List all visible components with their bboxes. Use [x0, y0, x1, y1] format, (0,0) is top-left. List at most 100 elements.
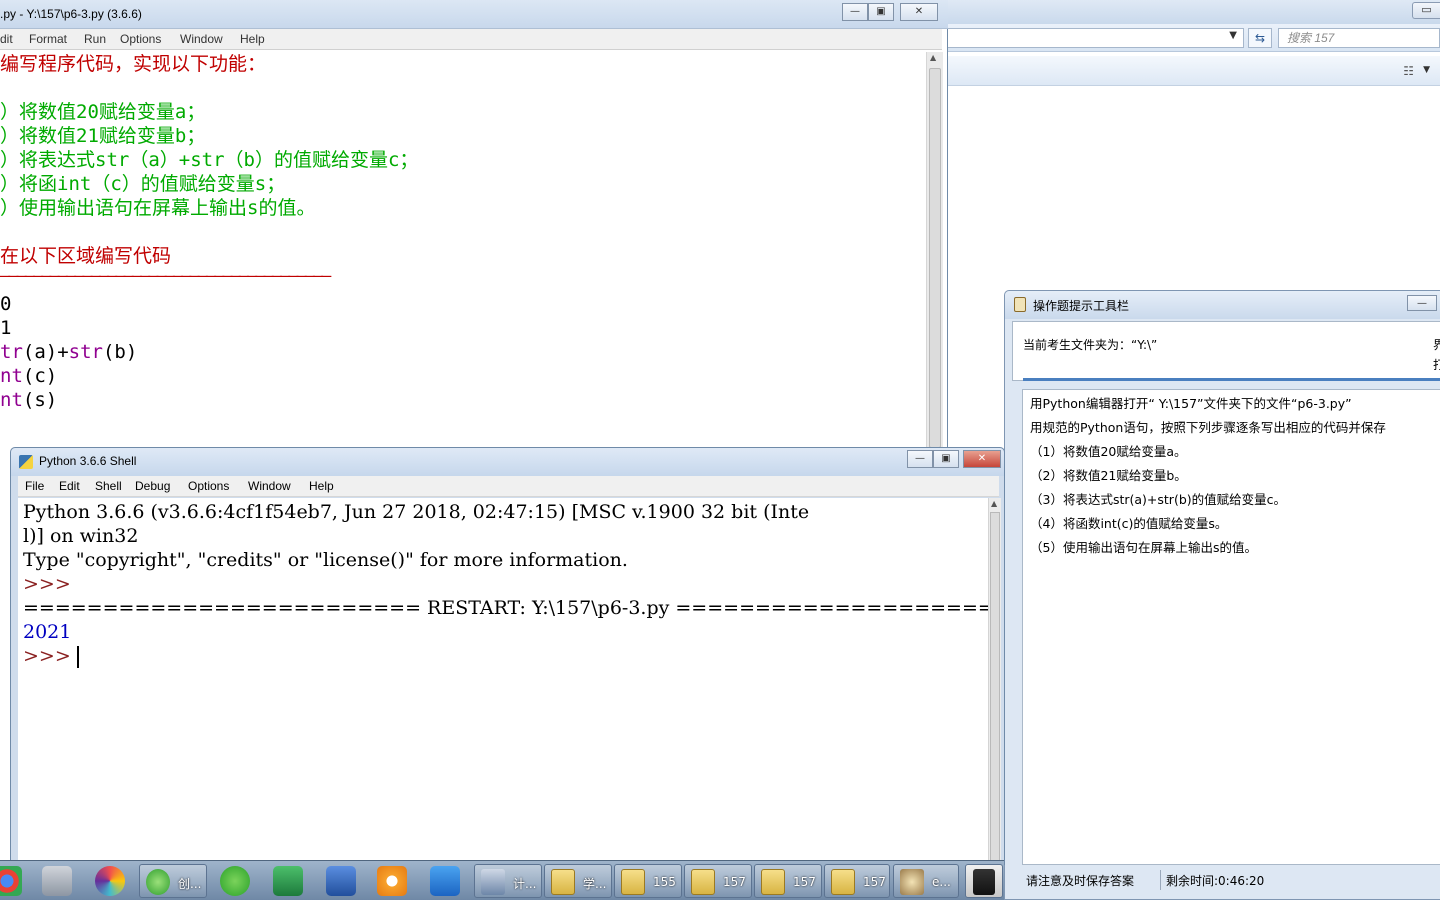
taskbar-button[interactable]: [965, 864, 1003, 898]
menu-help[interactable]: Help: [240, 32, 265, 46]
refresh-icon[interactable]: ⇆: [1248, 28, 1272, 48]
hint-title: 操作题提示工具栏: [1033, 299, 1130, 313]
scroll-up-icon[interactable]: ▲: [930, 53, 936, 62]
save-reminder: 请注意及时保存答案: [1026, 874, 1135, 888]
computer-icon: [481, 869, 505, 895]
code-line: tr(a)+str(b): [0, 340, 137, 364]
shell-scrollbar[interactable]: ▲: [988, 498, 1001, 863]
chrome-icon[interactable]: [0, 866, 22, 896]
folder-label: 当前考生文件夹为：“Y:\”: [1023, 338, 1158, 352]
scroll-thumb[interactable]: [990, 512, 1000, 861]
taskbar-label: 157: [723, 875, 746, 889]
maximize-icon[interactable]: ▣: [868, 3, 894, 21]
side-button-label[interactable]: 打: [1433, 356, 1440, 373]
paint-icon: [900, 869, 924, 895]
console-line: Type "copyright", "credits" or "license(…: [23, 549, 628, 571]
hint-line: （3）将表达式str(a)+str(b)的值赋给变量c。: [1030, 492, 1287, 507]
wechat-icon[interactable]: [220, 866, 250, 896]
word-icon[interactable]: [326, 866, 356, 896]
maximize-icon[interactable]: ▣: [933, 450, 959, 468]
code-line: ）将数值21赋给变量b；: [0, 125, 206, 147]
taskbar-button[interactable]: 157: [824, 864, 890, 898]
maximize-icon[interactable]: ▭: [1412, 2, 1440, 19]
pen-icon: [973, 869, 995, 895]
code-editor[interactable]: 编写程序代码，实现以下功能： ）将数值20赋给变量a； ）将数值21赋给变量b；…: [0, 52, 926, 450]
minimize-icon[interactable]: —: [1407, 295, 1437, 311]
green-app-icon: [146, 869, 170, 895]
code-line: 0: [0, 293, 12, 315]
taskbar-label: e...: [932, 875, 951, 889]
code-line: 编写程序代码，实现以下功能：: [0, 53, 267, 75]
console-line: Python 3.6.6 (v3.6.6:4cf1f54eb7, Jun 27 …: [23, 501, 810, 523]
close-icon[interactable]: ✕: [963, 450, 1001, 468]
taskbar-label: 学...: [583, 877, 607, 891]
console-line: l)] on win32: [23, 525, 139, 547]
taskbar-button[interactable]: 157: [754, 864, 822, 898]
hint-line: （5）使用输出语句在屏幕上输出s的值。: [1030, 540, 1257, 555]
console-prompt: >>>: [23, 645, 71, 667]
folder-icon: [551, 869, 575, 895]
editor-title: .py - Y:\157\p6-3.py (3.6.6): [0, 7, 142, 21]
menu-edit[interactable]: dit: [0, 32, 13, 46]
code-text: (s): [22, 389, 58, 411]
code-line: 1: [0, 317, 12, 339]
menu-help[interactable]: Help: [309, 479, 334, 493]
menu-file[interactable]: File: [25, 479, 44, 493]
excel-icon[interactable]: [273, 866, 303, 896]
shell-menubar: File Edit Shell Debug Options Window Hel…: [18, 476, 999, 497]
chevron-down-icon[interactable]: ▼: [1229, 30, 1237, 41]
explorer-window: ▭ ▼ ⇆ 搜索 157 ☷ ▼: [948, 0, 1440, 300]
editor-titlebar: .py - Y:\157\p6-3.py (3.6.6) — ▣ ✕: [0, 0, 948, 29]
taskbar-label: 155: [653, 875, 676, 889]
scroll-thumb[interactable]: [929, 68, 941, 448]
hint-line: （4）将函数int(c)的值赋给变量s。: [1030, 516, 1228, 531]
code-line: nt(c): [0, 364, 57, 388]
code-line: ）将数值20赋给变量a；: [0, 101, 206, 123]
minimize-icon[interactable]: —: [907, 450, 933, 468]
taskbar-button[interactable]: 157: [684, 864, 752, 898]
editor-scrollbar[interactable]: ▲: [926, 52, 943, 450]
taskbar: 创... 计... 学... 155 157 157 157 e...: [0, 860, 1004, 900]
builtin-keyword: nt: [0, 365, 23, 387]
taskbar-button[interactable]: 计...: [474, 864, 542, 898]
console-input-line[interactable]: >>>: [23, 644, 79, 668]
menu-window[interactable]: Window: [180, 32, 223, 46]
address-input[interactable]: ▼: [948, 28, 1244, 48]
minimize-icon[interactable]: —: [842, 3, 868, 21]
builtin-keyword: str: [68, 341, 103, 363]
side-button-label[interactable]: 界: [1433, 336, 1440, 353]
text-caret: [76, 646, 79, 668]
taskbar-label: 计...: [513, 877, 537, 891]
menu-shell[interactable]: Shell: [95, 479, 122, 493]
code-line: nt(s): [0, 388, 57, 412]
hint-statusbar: 请注意及时保存答案 剩余时间:0:46:20: [1012, 867, 1440, 893]
scroll-up-icon[interactable]: ▲: [991, 499, 997, 508]
menu-options[interactable]: Options: [188, 479, 229, 493]
taskbar-button[interactable]: 155: [614, 864, 682, 898]
taskbar-button[interactable]: 创...: [139, 864, 207, 898]
hint-info-panel: 当前考生文件夹为：“Y:\” 界 打: [1012, 321, 1440, 381]
taskbar-button[interactable]: e...: [893, 864, 959, 898]
python-icon: [19, 455, 33, 469]
menu-debug[interactable]: Debug: [135, 479, 170, 493]
hint-line: （1）将数值20赋给变量a。: [1030, 444, 1187, 459]
builtin-keyword: nt: [0, 389, 23, 411]
search-input[interactable]: 搜索 157: [1278, 28, 1440, 48]
chevron-down-icon[interactable]: ▼: [1423, 65, 1430, 75]
menu-options[interactable]: Options: [120, 32, 161, 46]
colorful-app-icon[interactable]: [95, 866, 125, 896]
menu-window[interactable]: Window: [248, 479, 291, 493]
menu-run[interactable]: Run: [84, 32, 106, 46]
orange-app-icon[interactable]: [377, 866, 407, 896]
menu-format[interactable]: Format: [29, 32, 67, 46]
close-icon[interactable]: ✕: [900, 3, 938, 21]
view-options-icon[interactable]: ☷: [1403, 64, 1414, 78]
settings-tool-icon[interactable]: [42, 866, 72, 896]
taskbar-label: 创...: [178, 877, 202, 891]
shell-console[interactable]: Python 3.6.6 (v3.6.6:4cf1f54eb7, Jun 27 …: [18, 498, 988, 863]
code-text: (c): [22, 365, 58, 387]
menu-edit[interactable]: Edit: [59, 479, 80, 493]
blue-grid-icon[interactable]: [430, 866, 460, 896]
code-text: (a)+: [22, 341, 69, 363]
taskbar-button[interactable]: 学...: [544, 864, 612, 898]
